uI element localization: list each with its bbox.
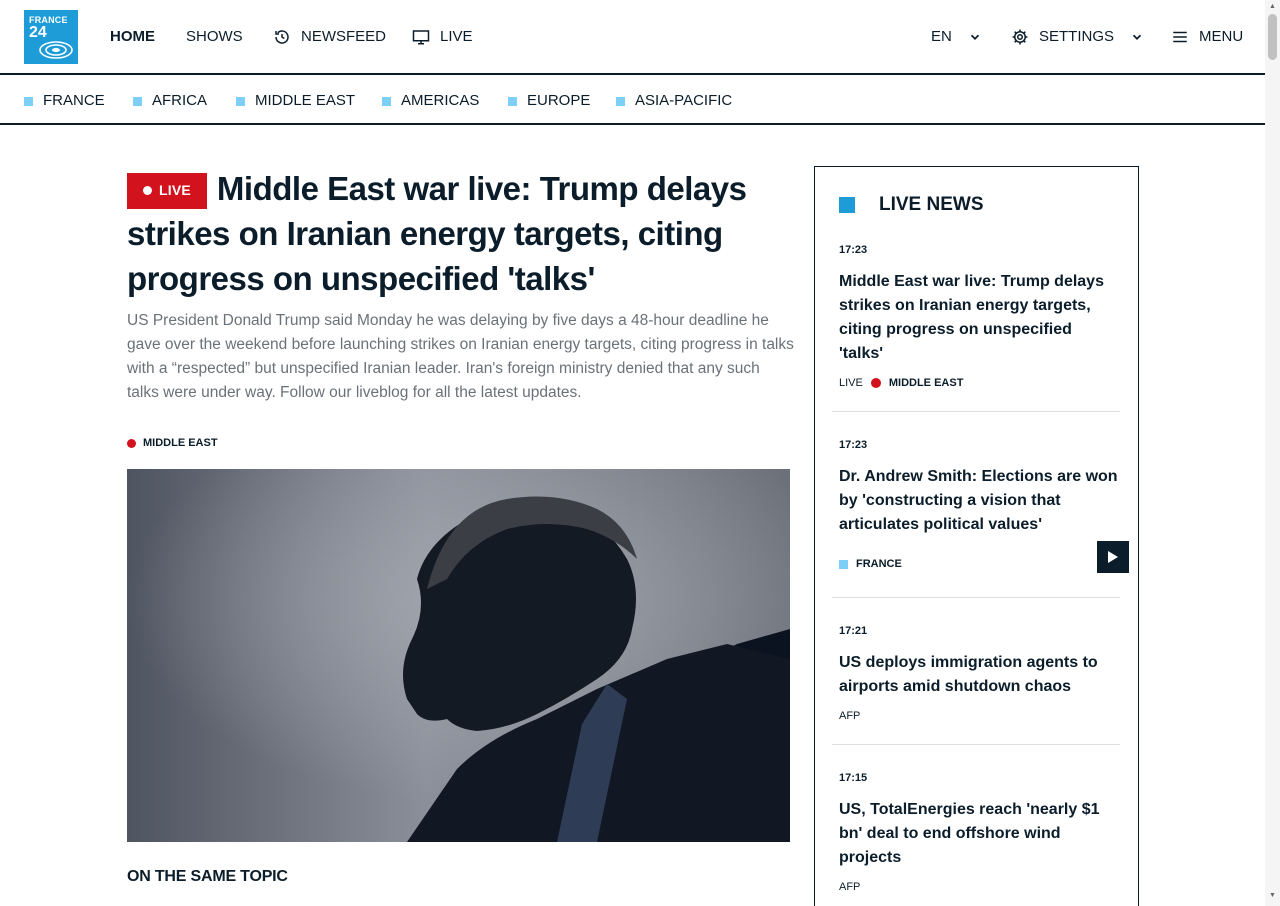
item-time: 17:15 bbox=[839, 772, 868, 784]
item-source: AFP bbox=[839, 881, 861, 893]
item-meta: FRANCE bbox=[839, 557, 1120, 571]
history-icon bbox=[275, 30, 289, 44]
region-label: MIDDLE EAST bbox=[255, 92, 356, 109]
item-source: AFP bbox=[839, 710, 861, 722]
item-title[interactable]: US deploys immigration agents to airport… bbox=[839, 651, 1120, 699]
article-headline[interactable]: LIVE Middle East war live: Trump delays … bbox=[127, 166, 797, 301]
live-dot-icon bbox=[143, 186, 152, 195]
article-tag[interactable]: MIDDLE EAST bbox=[127, 437, 218, 449]
live-news-sidebar: LIVE NEWS 17:23 Middle East war live: Tr… bbox=[814, 166, 1139, 906]
live-news-header: LIVE NEWS bbox=[839, 194, 984, 216]
item-meta: AFP bbox=[839, 880, 1120, 894]
nav-home[interactable]: HOME bbox=[110, 28, 155, 46]
live-news-item[interactable]: 17:21 US deploys immigration agents to a… bbox=[839, 624, 1120, 723]
settings-label: SETTINGS bbox=[1039, 28, 1115, 45]
region-americas[interactable]: AMERICAS bbox=[382, 92, 479, 110]
scroll-down-arrow-icon[interactable]: ▼ bbox=[1269, 892, 1276, 899]
settings-button[interactable]: SETTINGS bbox=[1011, 28, 1144, 46]
top-header: FRANCE 24 HOME SHOWS NEWSFEED LIVE EN SE… bbox=[0, 0, 1265, 75]
item-meta: LIVE MIDDLE EAST bbox=[839, 376, 1120, 390]
live-badge: LIVE bbox=[127, 172, 207, 209]
red-dot-icon bbox=[870, 378, 881, 388]
live-news-item[interactable]: 17:23 Middle East war live: Trump delays… bbox=[839, 243, 1120, 390]
item-title[interactable]: Dr. Andrew Smith: Elections are won by '… bbox=[839, 465, 1120, 537]
red-dot-icon bbox=[127, 438, 136, 448]
article-tag-label: MIDDLE EAST bbox=[143, 437, 218, 449]
region-square-icon bbox=[133, 96, 142, 106]
item-tag[interactable]: MIDDLE EAST bbox=[889, 376, 964, 390]
item-time: 17:23 bbox=[839, 439, 868, 451]
region-square-icon bbox=[839, 559, 848, 569]
divider bbox=[832, 597, 1120, 598]
scrollbar-thumb[interactable] bbox=[1268, 14, 1277, 60]
logo-waves-icon bbox=[39, 41, 73, 59]
item-time: 17:21 bbox=[839, 625, 868, 637]
region-france[interactable]: FRANCE bbox=[24, 92, 105, 110]
item-title[interactable]: Middle East war live: Trump delays strik… bbox=[839, 270, 1120, 366]
region-label: ASIA-PACIFIC bbox=[635, 92, 733, 109]
nav-shows[interactable]: SHOWS bbox=[186, 28, 243, 46]
region-square-icon bbox=[24, 96, 33, 106]
live-news-title: LIVE NEWS bbox=[879, 194, 984, 215]
item-title[interactable]: US, TotalEnergies reach 'nearly $1 bn' d… bbox=[839, 798, 1120, 870]
region-label: AFRICA bbox=[152, 92, 208, 109]
region-label: EUROPE bbox=[527, 92, 591, 109]
region-square-icon bbox=[236, 96, 245, 106]
divider bbox=[832, 744, 1120, 745]
gear-icon bbox=[1012, 29, 1028, 45]
page-scrollbar[interactable]: ▲ ▼ bbox=[1265, 0, 1280, 906]
hero-image[interactable] bbox=[127, 469, 790, 842]
region-label: FRANCE bbox=[43, 92, 105, 109]
chevron-down-icon bbox=[1132, 34, 1142, 40]
live-news-item[interactable]: 17:15 US, TotalEnergies reach 'nearly $1… bbox=[839, 771, 1120, 894]
nav-home-label: HOME bbox=[110, 28, 155, 45]
nav-newsfeed-label: NEWSFEED bbox=[301, 28, 387, 45]
region-square-icon bbox=[616, 96, 625, 106]
headline-text: Middle East war live: Trump delays strik… bbox=[127, 170, 747, 297]
region-asia-pacific[interactable]: ASIA-PACIFIC bbox=[616, 92, 732, 110]
live-badge-label: LIVE bbox=[159, 182, 191, 198]
scroll-up-arrow-icon[interactable]: ▲ bbox=[1269, 3, 1276, 10]
menu-button[interactable]: MENU bbox=[1171, 28, 1243, 46]
region-square-icon bbox=[508, 96, 517, 106]
region-europe[interactable]: EUROPE bbox=[508, 92, 590, 110]
chevron-down-icon bbox=[970, 34, 979, 40]
article-summary: US President Donald Trump said Monday he… bbox=[127, 312, 794, 401]
play-icon bbox=[1108, 551, 1118, 563]
nav-shows-label: SHOWS bbox=[186, 28, 243, 45]
tv-icon bbox=[412, 30, 430, 45]
language-selector[interactable]: EN bbox=[931, 28, 982, 46]
region-africa[interactable]: AFRICA bbox=[133, 92, 207, 110]
item-time: 17:23 bbox=[839, 244, 868, 256]
menu-label: MENU bbox=[1199, 28, 1244, 45]
item-tag[interactable]: FRANCE bbox=[856, 557, 902, 571]
hamburger-icon bbox=[1173, 31, 1187, 43]
language-label: EN bbox=[931, 28, 952, 45]
same-topic-heading: ON THE SAME TOPIC bbox=[127, 868, 288, 885]
region-nav: FRANCE AFRICA MIDDLE EAST AMERICAS EUROP… bbox=[0, 76, 1265, 125]
item-meta: AFP bbox=[839, 709, 1120, 723]
item-live-prefix: LIVE bbox=[839, 377, 863, 389]
france24-logo[interactable]: FRANCE 24 bbox=[24, 10, 78, 64]
nav-live[interactable]: LIVE bbox=[412, 28, 473, 46]
live-news-item[interactable]: 17:23 Dr. Andrew Smith: Elections are wo… bbox=[839, 438, 1129, 573]
region-middle-east[interactable]: MIDDLE EAST bbox=[236, 92, 355, 110]
nav-newsfeed[interactable]: NEWSFEED bbox=[273, 28, 386, 46]
divider bbox=[832, 411, 1120, 412]
nav-live-label: LIVE bbox=[440, 28, 473, 45]
blue-square-icon bbox=[839, 197, 855, 213]
region-label: AMERICAS bbox=[401, 92, 480, 109]
region-square-icon bbox=[382, 96, 391, 106]
play-video-button[interactable] bbox=[1097, 541, 1129, 573]
